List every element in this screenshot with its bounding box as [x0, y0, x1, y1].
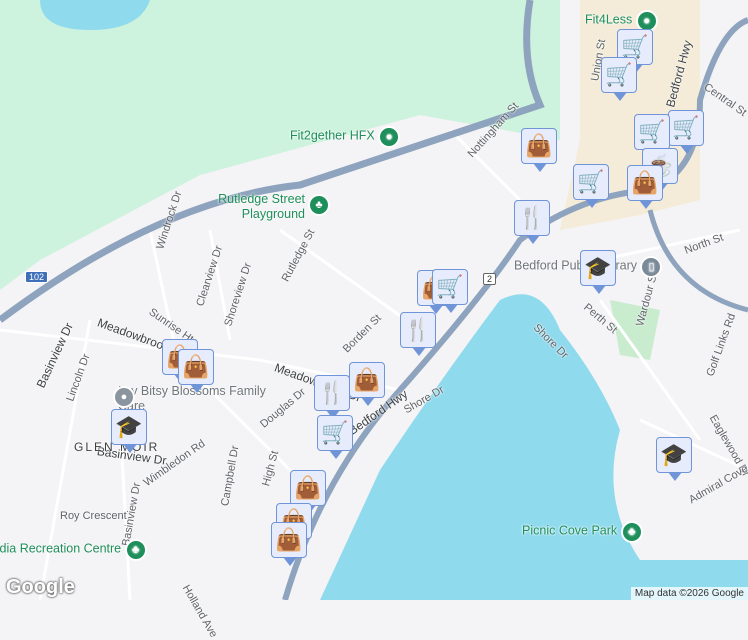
shopping-cart-marker[interactable]: 🛒 [601, 57, 637, 101]
shopping-bag-marker[interactable]: 👜 [627, 165, 663, 209]
restaurant-marker[interactable]: 🍴 [314, 375, 350, 419]
school-marker[interactable]: 🎓 [580, 250, 616, 294]
gym-pin-icon: ● [378, 126, 401, 148]
shopping-cart-marker[interactable]: 🛒 [668, 110, 704, 154]
shopping-bag-marker[interactable]: 👜 [349, 362, 385, 406]
school-marker[interactable]: 🎓 [111, 409, 147, 453]
park-pin-icon: ♣ [124, 539, 147, 561]
street-label: Roy Crescent [60, 510, 127, 522]
road-north [647, 209, 748, 313]
shopping-cart-marker[interactable]: 🛒 [573, 164, 609, 208]
shopping-bag-marker[interactable]: 👜 [271, 522, 307, 566]
shopping-cart-marker[interactable]: 🛒 [432, 269, 468, 313]
poi-label: Bedford Public Library [514, 258, 637, 273]
restaurant-marker[interactable]: 🍴 [400, 312, 436, 356]
poi-fit2gether[interactable]: Fit2gether HFX ● [290, 126, 401, 148]
park-pin-icon: ♣ [308, 194, 330, 216]
shopping-bag-marker[interactable]: 👜 [290, 470, 326, 514]
poi-label: Picnic Cove Park [522, 523, 618, 538]
childcare-pin-icon: ● [113, 386, 135, 408]
poi-label: Rutledge Street Playground [218, 192, 305, 221]
library-pin-icon: ▯ [640, 256, 663, 278]
highway-102-shield: 102 [25, 271, 49, 283]
school-marker[interactable]: 🎓 [656, 437, 692, 481]
map-attribution[interactable]: Map data ©2026 Google [630, 587, 748, 600]
poi-label: Fit2gether HFX [290, 128, 375, 143]
google-logo: Google [6, 576, 75, 598]
shopping-bag-marker[interactable]: 👜 [178, 349, 214, 393]
poi-recreation-centre[interactable]: Acadia Recreation Centre ♣ [0, 539, 147, 561]
restaurant-marker[interactable]: 🍴 [514, 200, 550, 244]
park-pin-icon: ♣ [620, 521, 643, 543]
poi-picnic-cove[interactable]: Picnic Cove Park ♣ [522, 521, 643, 543]
shopping-cart-marker[interactable]: 🛒 [634, 114, 670, 158]
shopping-cart-marker[interactable]: 🛒 [317, 415, 353, 459]
poi-label: Fit4Less [585, 12, 633, 27]
highway-2-shield: 2 [483, 273, 497, 285]
shopping-bag-marker[interactable]: 👜 [521, 128, 557, 172]
poi-label: Acadia Recreation Centre [0, 541, 122, 556]
poi-rutledge-playground[interactable]: Rutledge Street Playground [205, 192, 305, 222]
